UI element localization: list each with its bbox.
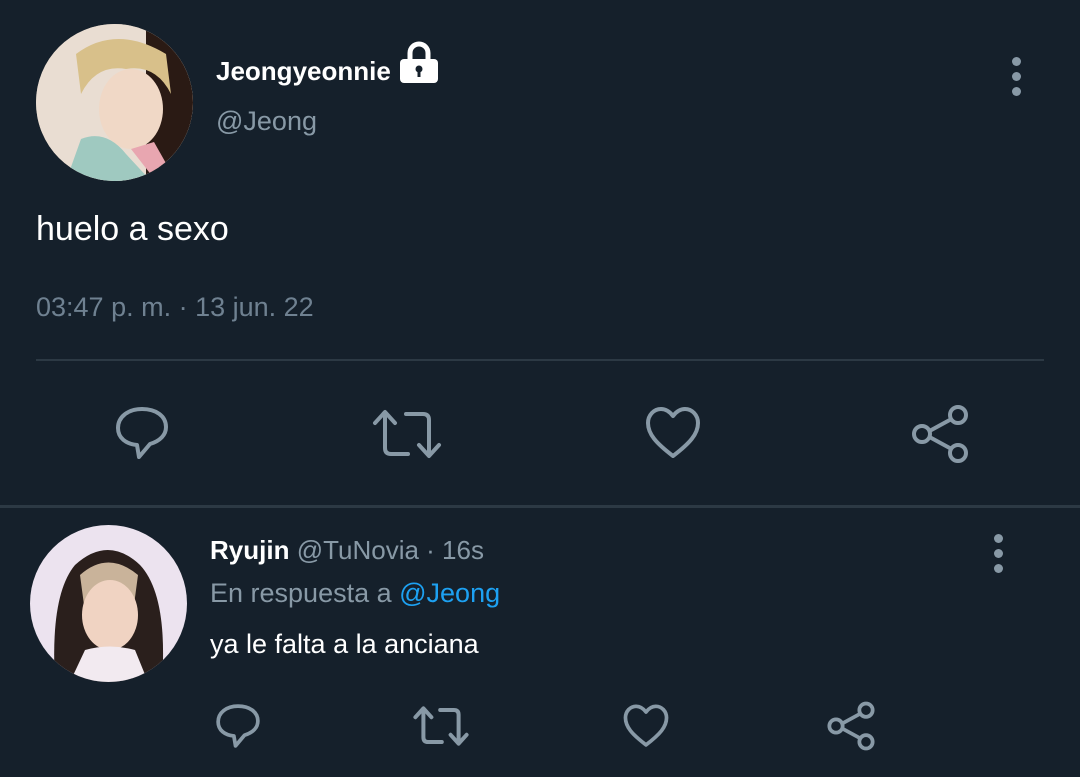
reply-icon[interactable]	[113, 404, 171, 462]
reply-author-name[interactable]: Ryujin	[210, 535, 289, 565]
author-avatar[interactable]	[36, 24, 193, 181]
more-vertical-icon[interactable]	[1012, 57, 1024, 102]
tweet-text: huelo a sexo	[36, 210, 229, 248]
more-vertical-icon[interactable]	[994, 534, 1006, 579]
tweet-timestamp[interactable]: 03:47 p. m. · 13 jun. 22	[36, 292, 314, 323]
reply-text: ya le falta a la anciana	[210, 629, 479, 659]
reply-author-avatar[interactable]	[30, 525, 187, 682]
heart-icon[interactable]	[622, 703, 670, 749]
heart-icon[interactable]	[644, 405, 702, 461]
share-icon[interactable]	[910, 404, 970, 464]
reply-icon[interactable]	[214, 701, 262, 751]
meta-separator: ·	[418, 535, 443, 565]
reply-age[interactable]: 16s	[442, 535, 484, 565]
retweet-icon[interactable]	[413, 704, 469, 748]
divider	[36, 359, 1044, 361]
author-name[interactable]: Jeongyeonnie	[216, 56, 391, 87]
replying-to-label: En respuesta a	[210, 578, 400, 608]
retweet-icon[interactable]	[372, 408, 442, 460]
lock-icon	[398, 40, 440, 91]
replying-to-line: En respuesta a @Jeong	[210, 578, 500, 609]
reply-header: Ryujin @TuNovia · 16s	[210, 535, 484, 566]
section-divider	[0, 505, 1080, 508]
tweet-detail-screen: Jeongyeonnie @Jeong huelo a sexo 03:47 p…	[0, 0, 1080, 777]
reply-author-handle[interactable]: @TuNovia	[297, 535, 419, 565]
author-handle[interactable]: @Jeong	[216, 106, 317, 137]
share-icon[interactable]	[826, 701, 876, 751]
reply-mention-link[interactable]: @Jeong	[399, 578, 500, 608]
